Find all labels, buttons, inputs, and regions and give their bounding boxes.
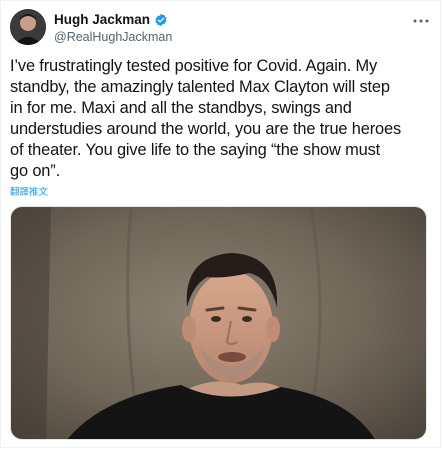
avatar[interactable] [10,9,46,45]
tweet-text: I’ve frustratingly tested positive for C… [10,57,401,180]
author-names: Hugh Jackman @RealHughJackman [54,11,172,44]
tweet-video-thumbnail[interactable] [10,206,427,440]
tweet-header: Hugh Jackman @RealHughJackman [10,9,435,47]
video-thumbnail-image [11,207,426,439]
translate-tweet-link[interactable]: 翻譯推文 [10,184,48,198]
author-display-name[interactable]: Hugh Jackman [54,12,150,27]
author-handle[interactable]: @RealHughJackman [54,30,172,44]
verified-badge-icon [154,13,168,27]
avatar-image [10,9,46,45]
more-icon[interactable] [409,11,433,31]
tweet-card: Hugh Jackman @RealHughJackman I’ve frust… [0,0,441,448]
